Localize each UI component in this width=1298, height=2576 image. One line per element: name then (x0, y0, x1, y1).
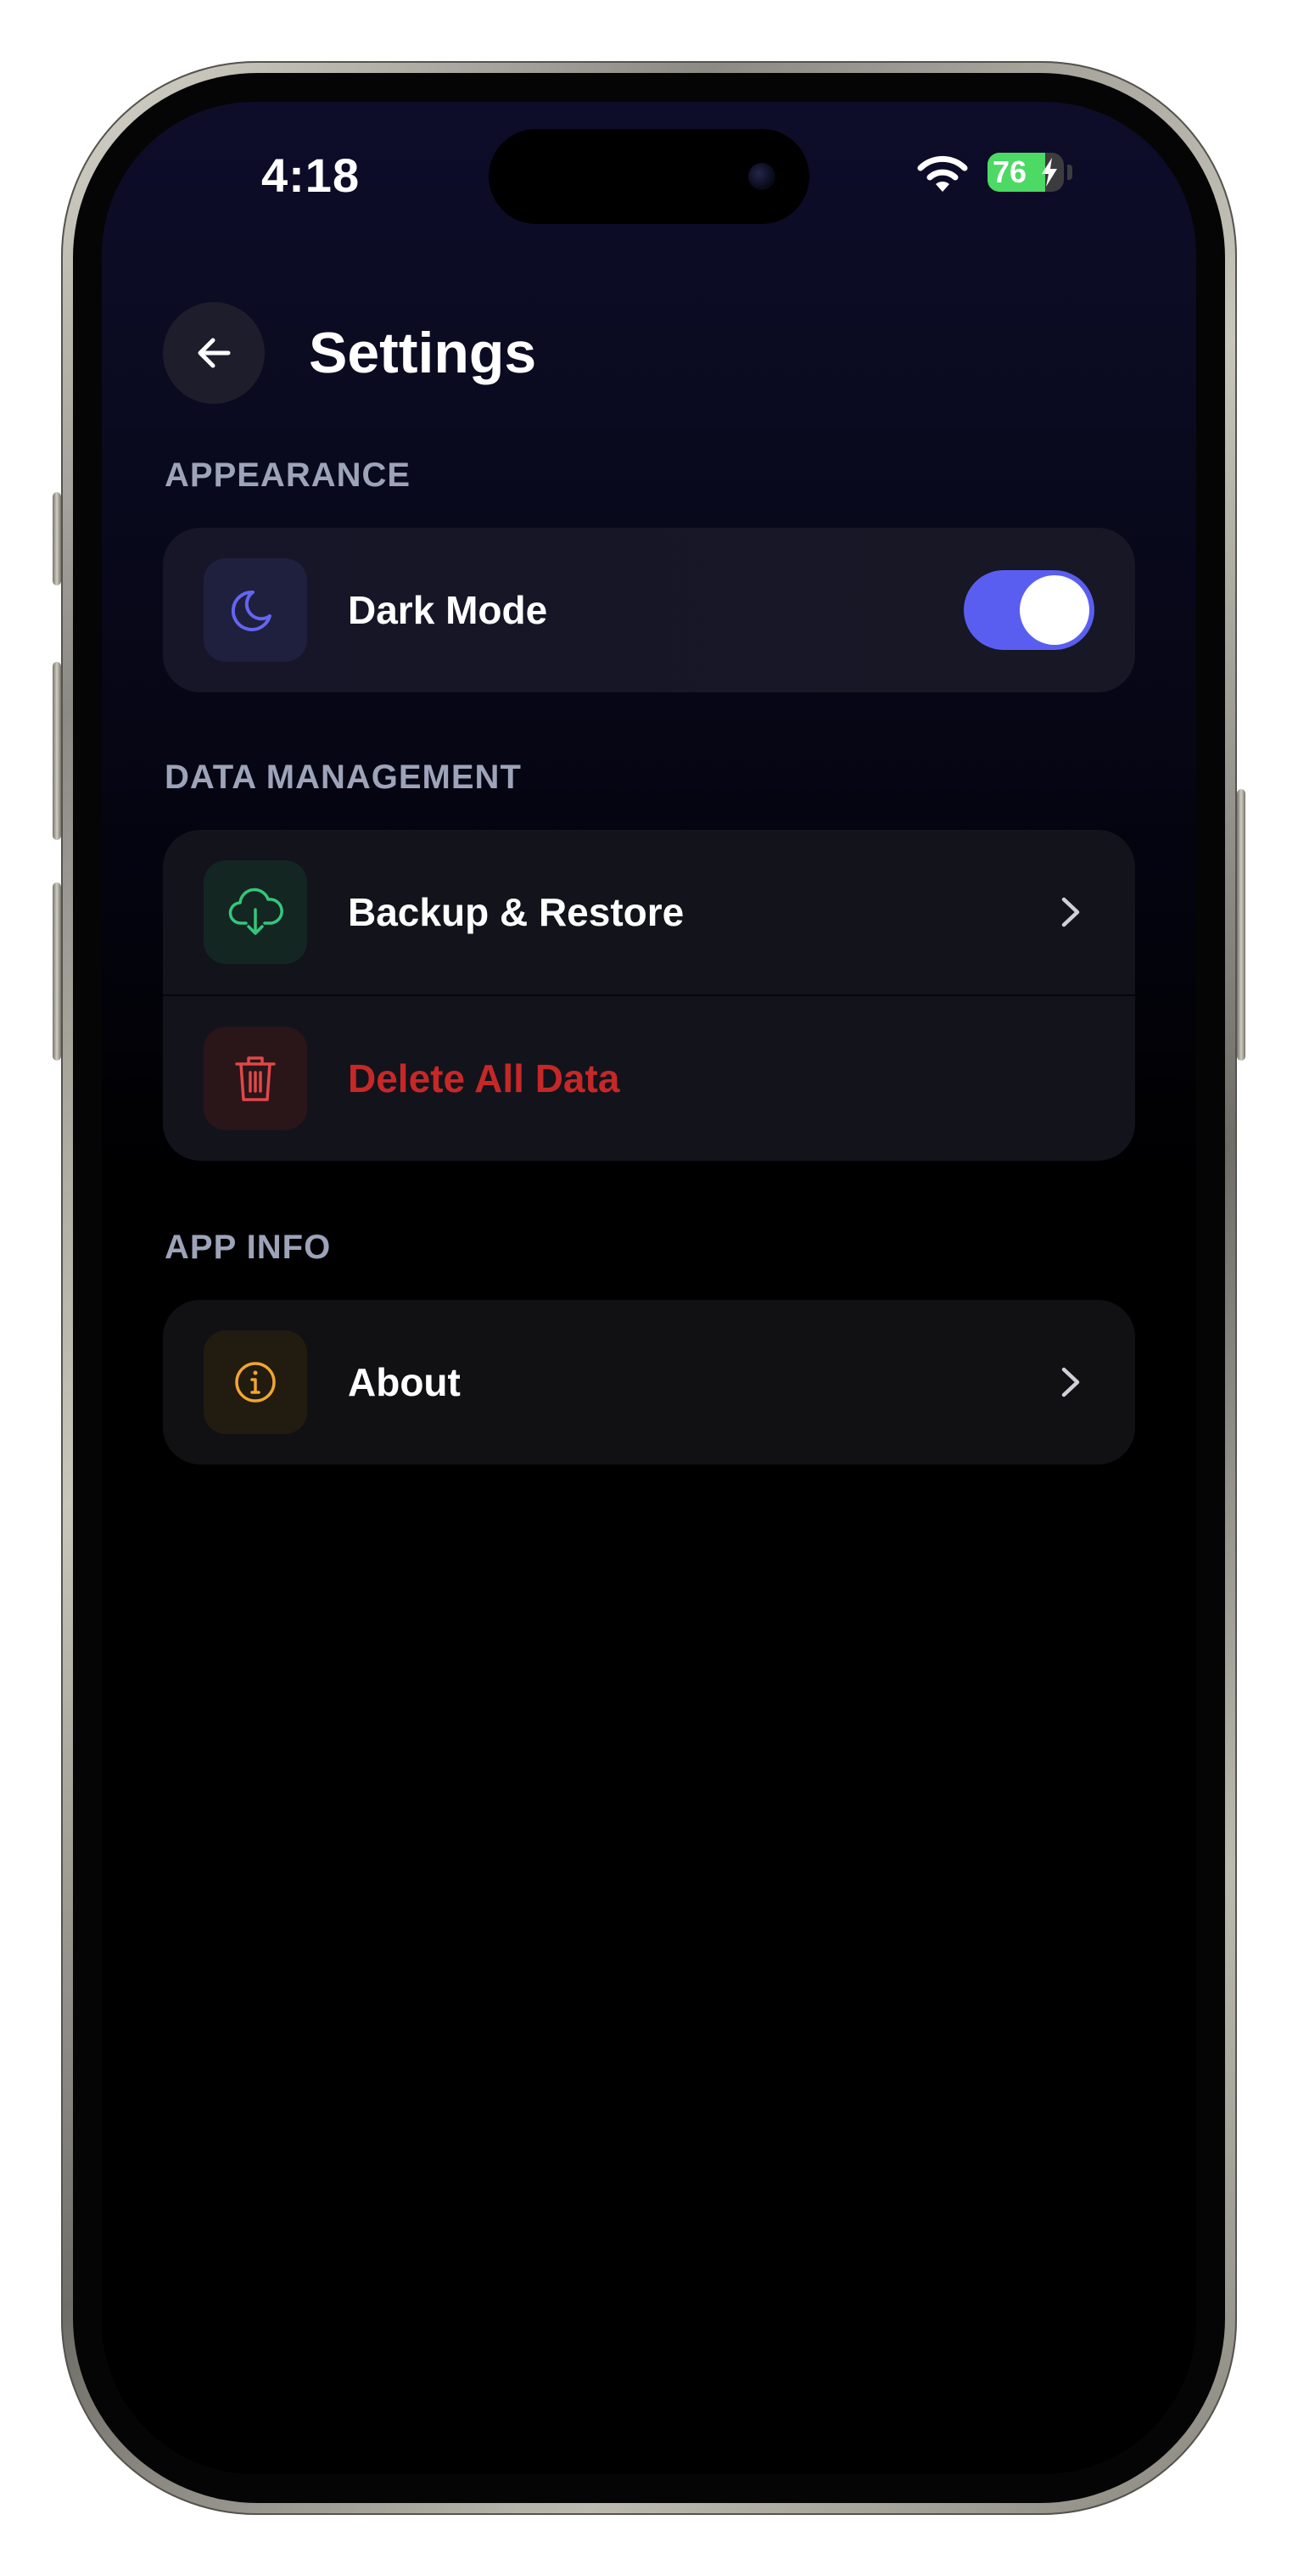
app-info-card: About (163, 1300, 1135, 1464)
about-label: About (348, 1360, 461, 1404)
page-title: Settings (309, 321, 537, 385)
delete-all-data-row[interactable]: Delete All Data (163, 994, 1135, 1161)
data-management-card: Backup & Restore Delete All Data (163, 830, 1135, 1161)
action-button (53, 492, 61, 585)
volume-up-button (53, 662, 61, 840)
cloud-download-icon (228, 888, 283, 935)
dynamic-island (489, 129, 809, 224)
toggle-knob (1020, 575, 1089, 645)
back-button[interactable] (163, 302, 265, 404)
power-button (1237, 789, 1245, 1061)
chevron-right-icon (1061, 897, 1080, 927)
arrow-left-icon (198, 338, 231, 368)
info-icon (235, 1362, 276, 1403)
trash-icon (235, 1056, 276, 1101)
bolt-icon (1042, 158, 1057, 187)
battery-icon: 76 (987, 153, 1064, 192)
backup-restore-label: Backup & Restore (348, 890, 685, 934)
dark-mode-toggle[interactable] (964, 570, 1094, 650)
appearance-card: Dark Mode (163, 528, 1135, 692)
backup-restore-row[interactable]: Backup & Restore (163, 830, 1135, 994)
section-label-appearance: APPEARANCE (165, 456, 411, 494)
battery-percent: 76 (993, 154, 1027, 189)
delete-icon-box (204, 1027, 307, 1130)
screen: 4:18 76 Settings APPEARANCE Dark Mode DA… (102, 102, 1196, 2474)
moon-icon (231, 590, 271, 631)
about-row[interactable]: About (163, 1300, 1135, 1464)
about-icon-box (204, 1330, 307, 1434)
battery-cap (1067, 165, 1072, 180)
dark-mode-row: Dark Mode (163, 528, 1135, 692)
delete-all-data-label: Delete All Data (348, 1056, 620, 1100)
section-label-data-management: DATA MANAGEMENT (165, 759, 522, 796)
section-label-app-info: APP INFO (165, 1229, 332, 1266)
volume-down-button (53, 882, 61, 1061)
camera-icon (748, 163, 775, 190)
backup-icon-box (204, 860, 307, 964)
dark-mode-label: Dark Mode (348, 588, 548, 632)
wifi-icon (917, 155, 968, 192)
chevron-right-icon (1061, 1367, 1080, 1397)
dark-mode-icon-box (204, 558, 307, 662)
status-time: 4:18 (261, 148, 361, 202)
